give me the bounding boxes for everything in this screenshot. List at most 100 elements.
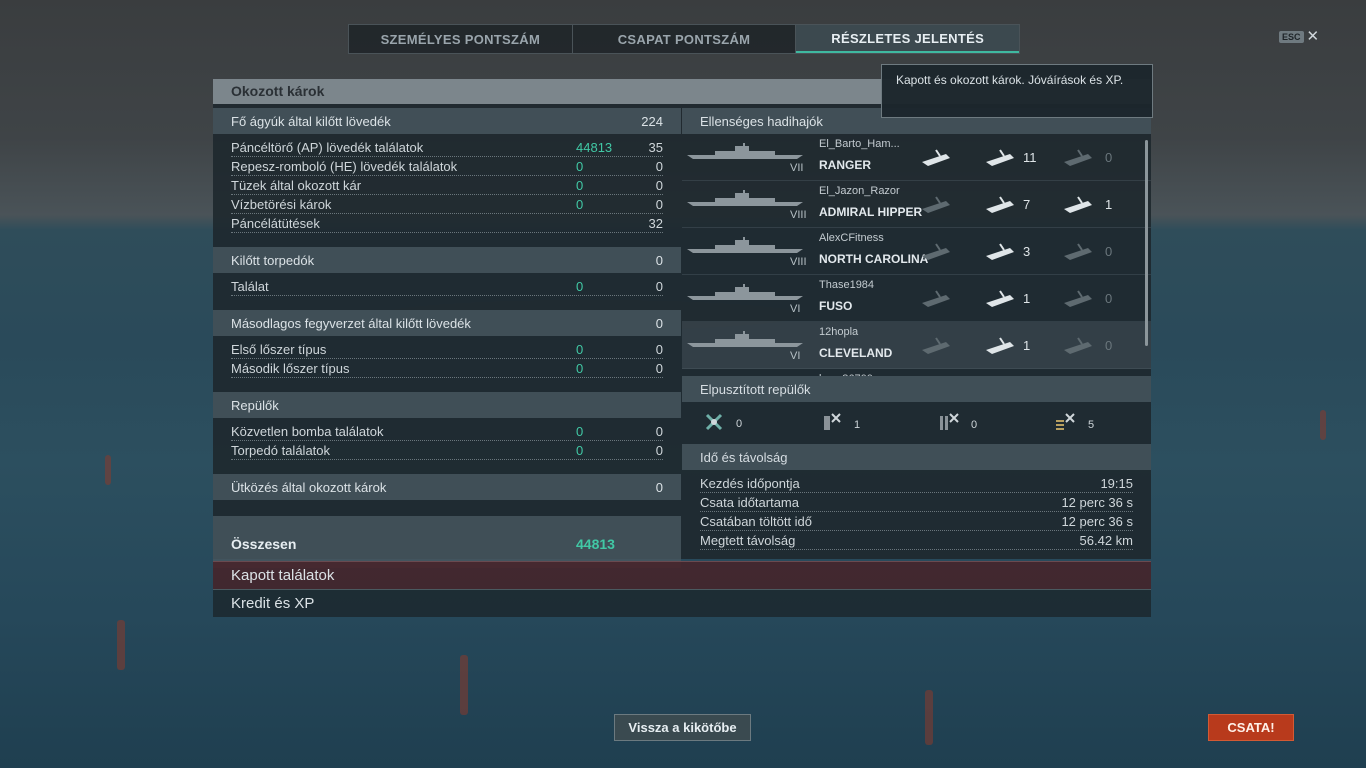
stat-value: 32 [648,216,663,231]
secondary-header: Másodlagos fegyverzet által kilőtt löved… [213,310,681,336]
background-buoy [105,455,111,485]
damage-panel-title: Okozott károk [231,83,325,99]
stat-row: Torpedó találatok 0 0 [231,441,663,460]
stat-value: 0 [655,159,663,174]
credits-xp-section[interactable]: Kredit és XP [213,589,1151,617]
tab-detailed-report[interactable]: RÉSZLETES JELENTÉS [796,25,1020,53]
background-buoy [117,620,125,670]
ship-tier: VI [790,303,801,315]
stat-label: Vízbetörési károk [231,197,332,212]
destroyed-plane-count: 0 [736,417,743,430]
enemy-ship-row[interactable]: VIII AlexCFitness NORTH CAROLINA 3 0 [682,228,1151,275]
enemy-ship-row[interactable]: VII El_Barto_Ham... RANGER 11 0 [682,134,1151,181]
enemy-ship-row[interactable]: VI Thase1984 FUSO 1 0 [682,275,1151,322]
stat-value: 0 [655,342,663,357]
ship-silhouette-icon [687,237,803,253]
enemy-ship-row[interactable]: VIII El_Jazon_Razor ADMIRAL HIPPER 7 1 [682,181,1151,228]
main-guns-title: Fő ágyúk által kilőtt lövedék [231,114,391,129]
stat-damage: 0 [576,361,584,376]
hit-count: 3 [1023,244,1031,259]
report-tabs: SZEMÉLYES PONTSZÁM CSAPAT PONTSZÁM RÉSZL… [348,24,1020,54]
ship-tier: VII [790,162,804,174]
stat-damage: 0 [576,342,584,357]
credits-xp-label: Kredit és XP [231,595,315,612]
tab-personal-score[interactable]: SZEMÉLYES PONTSZÁM [349,25,573,53]
hit-count: 1 [1023,291,1031,306]
player-name: AlexCFitness [819,232,884,244]
background-buoy [1320,410,1326,440]
back-to-port-button[interactable]: Vissza a kikötőbe [614,714,751,741]
hit-count: 7 [1023,197,1031,212]
critical-hit-icon [1060,146,1096,168]
time-label: Kezdés időpontja [700,476,800,491]
time-row: Csata időtartama 12 perc 36 s [700,493,1133,512]
stat-label: Tüzek által okozott kár [231,178,362,193]
player-name: Thase1984 [819,279,875,291]
stat-value: 35 [648,140,663,155]
torpedoes-value: 0 [655,253,663,268]
ship-name: CLEVELAND [819,346,893,360]
damage-breakdown: Fő ágyúk által kilőtt lövedék 224 Páncél… [213,108,681,568]
critical-hit-icon [1060,193,1096,215]
stat-damage: 0 [576,197,584,212]
background-buoy [925,690,933,745]
stat-row: Repesz-romboló (HE) lövedék találatok 0 0 [231,157,663,176]
destroyed-plane-count: 5 [1088,418,1095,431]
ship-destroyed-icon [918,334,954,356]
time-row: Csatában töltött idő 12 perc 36 s [700,512,1133,531]
stat-value: 0 [655,178,663,193]
critical-hit-icon [1060,240,1096,262]
stat-row: Találat 0 0 [231,277,663,296]
planes-title: Repülők [231,398,279,413]
scrollbar[interactable] [1145,140,1148,346]
time-row: Megtett távolság 56.42 km [700,531,1133,550]
player-name: El_Jazon_Razor [819,185,900,197]
stat-label: Közvetlen bomba találatok [231,424,384,439]
tab-team-score[interactable]: CSAPAT PONTSZÁM [573,25,797,53]
total-label: Összesen [231,536,297,552]
destroyed-planes-header: Elpusztított repülők [682,376,1151,402]
ship-tier: VIII [790,256,807,268]
hit-icon [982,287,1018,309]
hit-icon [982,146,1018,168]
main-guns-header: Fő ágyúk által kilőtt lövedék 224 [213,108,681,134]
stat-row: Páncéltörő (AP) lövedék találatok 44813 35 [231,138,663,157]
enemy-report: Ellenséges hadihajók VII El_Barto_Ham... R… [682,108,1151,550]
ship-destroyed-icon [918,193,954,215]
ship-destroyed-icon [918,240,954,262]
stat-value: 0 [655,197,663,212]
destroyed-planes-row: 0 1 0 5 [682,402,1151,442]
main-guns-value: 224 [641,114,663,129]
time-value: 12 perc 36 s [1061,495,1133,510]
time-value: 56.42 km [1079,533,1133,548]
ship-name: RANGER [819,158,872,172]
received-hits-section[interactable]: Kapott találatok [213,561,1151,589]
hit-count: 1 [1023,338,1031,353]
time-label: Csata időtartama [700,495,799,510]
destroyed-plane-item: 0 [937,412,977,437]
ship-tier: VI [790,350,801,362]
stat-damage: 0 [576,159,584,174]
critical-hit-count: 0 [1105,244,1113,259]
total-value: 44813 [576,536,615,552]
stat-label: Torpedó találatok [231,443,331,458]
destroyed-plane-count: 0 [971,418,978,431]
close-button[interactable]: ESC ✕ [1279,29,1319,44]
ship-silhouette-icon [687,284,803,300]
stat-label: Páncéltörő (AP) lövedék találatok [231,140,424,155]
ship-silhouette-icon [687,143,803,159]
battle-button[interactable]: CSATA! [1208,714,1294,741]
stat-row: Vízbetörési károk 0 0 [231,195,663,214]
time-value: 19:15 [1100,476,1133,491]
enemy-ship-list[interactable]: VII El_Barto_Ham... RANGER 11 0 VIII El_Jazon_… [682,134,1151,376]
enemy-ship-row[interactable]: VI 12hopla CLEVELAND 1 0 [682,322,1151,369]
enemy-ship-row[interactable]: boss86700 [682,369,1151,376]
ship-tier: VIII [790,209,807,221]
stat-row: Tüzek által okozott kár 0 0 [231,176,663,195]
destroyed-plane-item: 0 [704,412,742,435]
secondary-title: Másodlagos fegyverzet által kilőtt löved… [231,316,471,331]
critical-hit-count: 0 [1105,150,1113,165]
critical-hit-count: 0 [1105,338,1113,353]
torpedoes-header: Kilőtt torpedók 0 [213,247,681,273]
fighter-plane-icon [704,412,724,435]
